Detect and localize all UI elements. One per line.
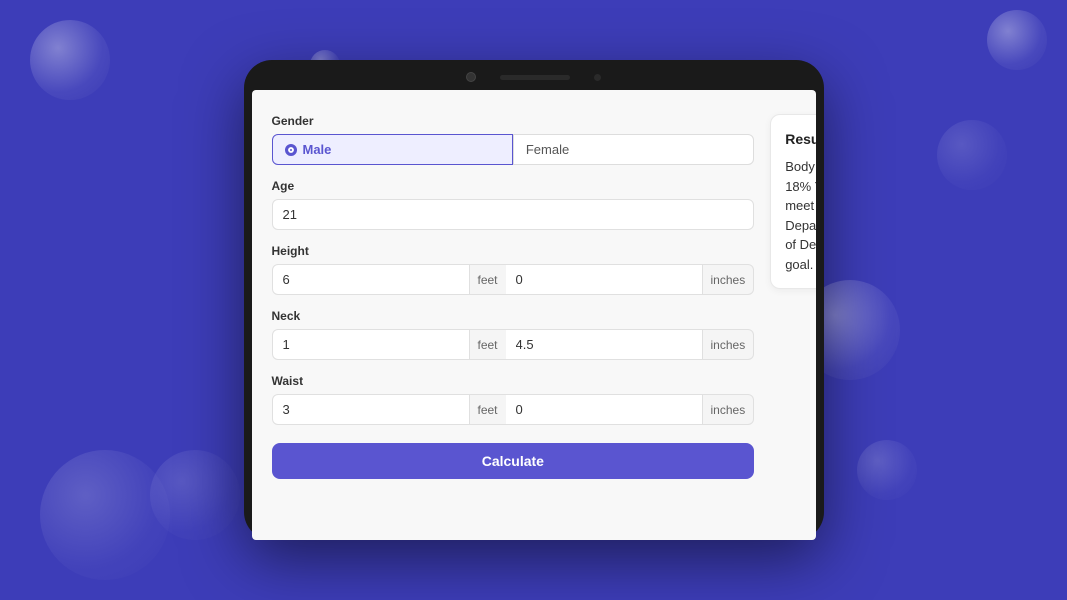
decorative-bubble-8 — [937, 120, 1007, 190]
gender-buttons: Male Female — [272, 134, 755, 165]
gender-field-group: Gender Male Female — [272, 114, 755, 165]
age-field-group: Age — [272, 179, 755, 230]
result-title: Result: — [785, 131, 815, 147]
result-box: Result: Body Fat = 18% You meet the Depa… — [770, 114, 815, 289]
neck-feet-unit: feet — [470, 329, 506, 360]
height-feet-input[interactable] — [272, 264, 470, 295]
decorative-bubble-3 — [987, 10, 1047, 70]
waist-inches-input[interactable] — [506, 394, 703, 425]
height-input-row: feet inches — [272, 264, 755, 295]
decorative-bubble-7 — [857, 440, 917, 500]
camera-icon — [466, 72, 476, 82]
speaker — [500, 75, 570, 80]
age-input[interactable] — [272, 199, 755, 230]
tablet-top-bar — [244, 72, 824, 82]
waist-input-row: feet inches — [272, 394, 755, 425]
form-panel: Gender Male Female Age — [272, 114, 755, 516]
neck-inches-input[interactable] — [506, 329, 703, 360]
tablet-device: Gender Male Female Age — [244, 60, 824, 540]
height-field-group: Height feet inches — [272, 244, 755, 295]
age-label: Age — [272, 179, 755, 193]
result-panel: Result: Body Fat = 18% You meet the Depa… — [770, 114, 815, 516]
result-text: Body Fat = 18% You meet the Department o… — [785, 157, 815, 274]
waist-feet-unit: feet — [470, 394, 506, 425]
mic-dot — [594, 74, 601, 81]
waist-label: Waist — [272, 374, 755, 388]
waist-field-group: Waist feet inches — [272, 374, 755, 425]
decorative-bubble-6 — [150, 450, 240, 540]
height-inches-input[interactable] — [506, 264, 703, 295]
female-button[interactable]: Female — [513, 134, 754, 165]
radio-selected-icon — [285, 144, 297, 156]
app-content: Gender Male Female Age — [252, 90, 816, 540]
neck-label: Neck — [272, 309, 755, 323]
calculate-button[interactable]: Calculate — [272, 443, 755, 479]
female-label: Female — [526, 142, 569, 157]
neck-input-row: feet inches — [272, 329, 755, 360]
waist-feet-input[interactable] — [272, 394, 470, 425]
gender-label: Gender — [272, 114, 755, 128]
tablet-screen: Gender Male Female Age — [252, 90, 816, 540]
decorative-bubble-5 — [40, 450, 170, 580]
result-header: Result: — [785, 129, 815, 149]
neck-field-group: Neck feet inches — [272, 309, 755, 360]
neck-feet-input[interactable] — [272, 329, 470, 360]
male-label: Male — [303, 142, 332, 157]
height-inches-unit: inches — [703, 264, 755, 295]
neck-inches-unit: inches — [703, 329, 755, 360]
waist-inches-unit: inches — [703, 394, 755, 425]
decorative-bubble-1 — [30, 20, 110, 100]
male-button[interactable]: Male — [272, 134, 513, 165]
height-feet-unit: feet — [470, 264, 506, 295]
height-label: Height — [272, 244, 755, 258]
